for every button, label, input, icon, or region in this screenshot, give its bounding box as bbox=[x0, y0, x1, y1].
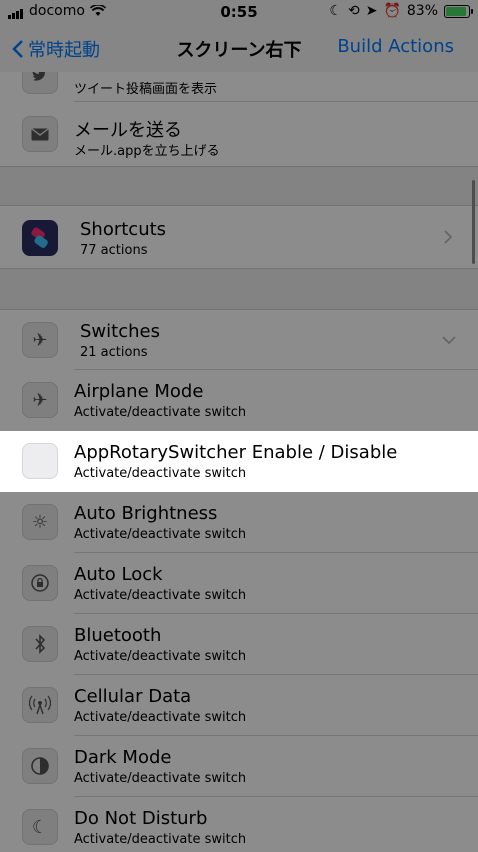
list-item-auto-brightness[interactable]: ☼ Auto Brightness Activate/deactivate sw… bbox=[0, 492, 478, 553]
list-item-title: Do Not Disturb bbox=[74, 808, 208, 829]
list-item-title: Shortcuts bbox=[80, 219, 167, 240]
section-divider bbox=[0, 166, 478, 167]
twitter-icon bbox=[22, 72, 58, 94]
section-gap bbox=[0, 268, 478, 310]
rotation-lock-icon: ⟲ bbox=[347, 3, 360, 19]
airplane-icon: ✈ bbox=[22, 382, 58, 418]
cellular-icon bbox=[22, 687, 58, 723]
chevron-down-icon bbox=[442, 336, 456, 344]
list-item-subtitle: メール.appを立ち上げる bbox=[74, 144, 220, 159]
battery-percent: 83% bbox=[406, 3, 438, 19]
list-item-title: AppRotarySwitcher Enable / Disable bbox=[74, 442, 398, 463]
list-item-title: Airplane Mode bbox=[74, 381, 204, 402]
moon-status-icon: ☾ bbox=[329, 3, 342, 19]
list-item-subtitle: 21 actions bbox=[80, 345, 148, 360]
blank-icon bbox=[22, 443, 58, 479]
airplane-icon: ✈ bbox=[22, 322, 58, 358]
status-bar: docomo 0:55 ☾ ⟲ ➤ ⏰ 83% bbox=[0, 0, 478, 26]
list-item-title: Auto Brightness bbox=[74, 503, 218, 524]
list-item-subtitle: Activate/deactivate switch bbox=[74, 710, 247, 725]
list-item-bluetooth[interactable]: Bluetooth Activate/deactivate switch bbox=[0, 614, 478, 675]
battery-icon bbox=[444, 4, 473, 18]
list-item-title: メールを送る bbox=[74, 120, 182, 141]
list-item-subtitle: Activate/deactivate switch bbox=[74, 588, 247, 603]
list-item-dark-mode[interactable]: Dark Mode Activate/deactivate switch bbox=[0, 736, 478, 797]
list-item-title: Dark Mode bbox=[74, 747, 172, 768]
bluetooth-icon bbox=[22, 626, 58, 662]
list-item-app-rotary-switcher[interactable]: AppRotarySwitcher Enable / Disable Activ… bbox=[0, 431, 478, 492]
lock-icon bbox=[22, 565, 58, 601]
mail-icon bbox=[22, 116, 58, 152]
list-item-switches[interactable]: ✈ Switches 21 actions bbox=[0, 310, 478, 370]
list-item-subtitle: Activate/deactivate switch bbox=[74, 466, 247, 481]
list-item-cellular-data[interactable]: Cellular Data Activate/deactivate switch bbox=[0, 675, 478, 736]
list-item-subtitle: Activate/deactivate switch bbox=[74, 771, 247, 786]
list-item-title: Auto Lock bbox=[74, 564, 163, 585]
brightness-icon: ☼ bbox=[22, 504, 58, 540]
alarm-icon: ⏰ bbox=[383, 3, 401, 19]
section-divider bbox=[0, 268, 478, 269]
moon-icon: ☾ bbox=[22, 809, 58, 845]
build-actions-button[interactable]: Build Actions bbox=[337, 36, 454, 57]
shortcuts-app-icon bbox=[22, 220, 58, 256]
navigation-bar: 常時起動 スクリーン右下 Build Actions bbox=[0, 26, 478, 72]
list-item-tweet[interactable]: ツイート投稿画面を表示 bbox=[0, 72, 478, 102]
battery-fill bbox=[446, 6, 466, 16]
status-right-group: ☾ ⟲ ➤ ⏰ 83% bbox=[329, 3, 473, 19]
list-item-title: Cellular Data bbox=[74, 686, 192, 707]
list-item-title: Bluetooth bbox=[74, 625, 162, 646]
list-item-subtitle: Activate/deactivate switch bbox=[74, 832, 247, 847]
location-icon: ➤ bbox=[365, 3, 378, 19]
list-item-title: Switches bbox=[80, 321, 160, 342]
list-item-do-not-disturb[interactable]: ☾ Do Not Disturb Activate/deactivate swi… bbox=[0, 797, 478, 852]
section-gap bbox=[0, 166, 478, 206]
list-item-subtitle: Activate/deactivate switch bbox=[74, 405, 247, 420]
list-item-subtitle: Activate/deactivate switch bbox=[74, 649, 247, 664]
list-item-auto-lock[interactable]: Auto Lock Activate/deactivate switch bbox=[0, 553, 478, 614]
list-item-subtitle: Activate/deactivate switch bbox=[74, 527, 247, 542]
dark-mode-icon bbox=[22, 748, 58, 784]
list-item-airplane-mode[interactable]: ✈ Airplane Mode Activate/deactivate swit… bbox=[0, 370, 478, 431]
list-item-shortcuts[interactable]: Shortcuts 77 actions bbox=[0, 206, 478, 268]
list-item-subtitle: 77 actions bbox=[80, 243, 148, 258]
list-item-subtitle: ツイート投稿画面を表示 bbox=[74, 82, 218, 97]
scrollbar[interactable] bbox=[472, 180, 475, 264]
list-item-send-mail[interactable]: メールを送る メール.appを立ち上げる bbox=[0, 102, 478, 166]
chevron-right-icon bbox=[444, 230, 452, 244]
